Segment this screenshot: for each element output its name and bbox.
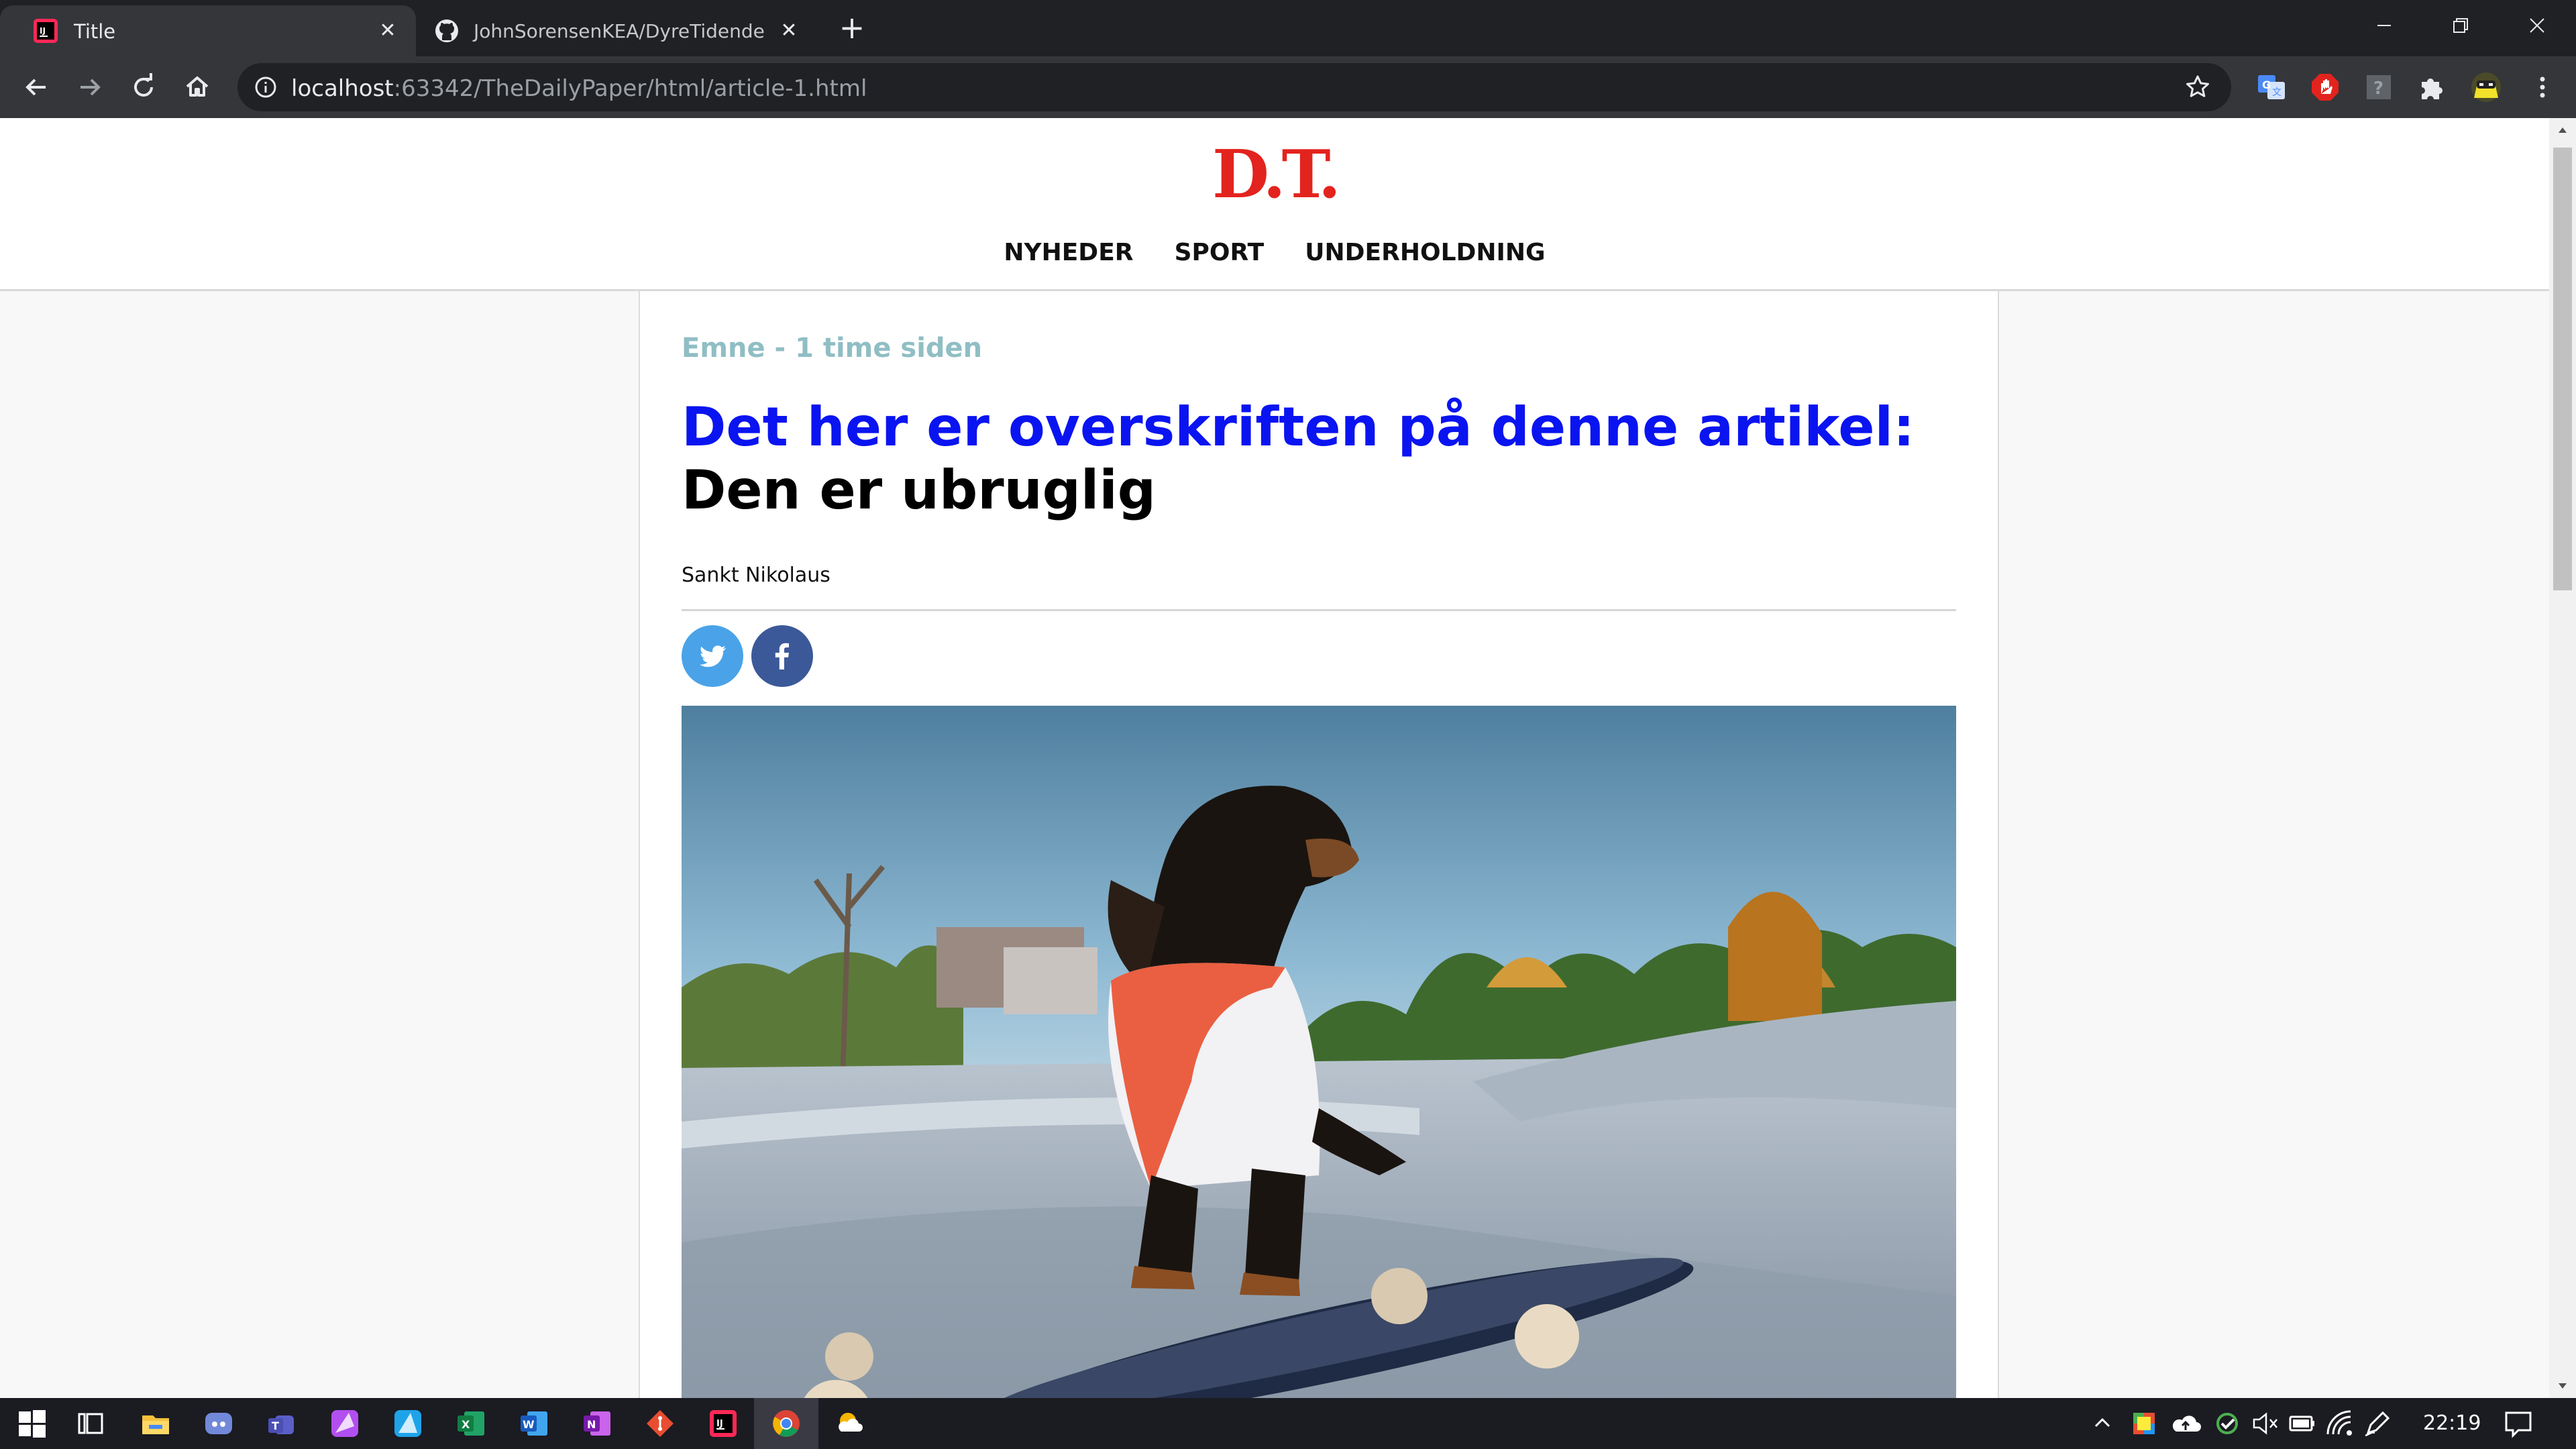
nav-underholdning[interactable]: UNDERHOLDNING (1305, 239, 1545, 266)
avatar-icon[interactable] (2470, 71, 2502, 103)
svg-text:IJ: IJ (716, 1419, 723, 1429)
restore-icon[interactable] (2445, 9, 2477, 42)
bookmark-star-icon[interactable] (2184, 74, 2211, 101)
svg-text:X: X (462, 1418, 470, 1431)
scroll-up-arrow-icon[interactable] (2556, 123, 2569, 137)
puzzle-icon[interactable] (2416, 71, 2449, 103)
color-picker-icon[interactable] (2128, 1407, 2160, 1440)
site-header: D.T. NYHEDER SPORT UNDERHOLDNING (0, 118, 2549, 291)
close-tab-icon[interactable]: ✕ (377, 20, 398, 42)
kebab-menu-icon[interactable] (2526, 71, 2559, 103)
help-icon[interactable]: ? (2363, 71, 2395, 103)
system-tray (2080, 1398, 2576, 1449)
battery-icon[interactable] (2286, 1407, 2318, 1440)
headline-black-part: Den er ubruglig (682, 459, 1157, 521)
divider (682, 609, 1956, 611)
headline-blue-part: Det her er overskriften på denne artikel… (682, 396, 1915, 458)
excel-icon[interactable]: X (455, 1407, 487, 1440)
intellij-icon[interactable]: IJ (707, 1407, 739, 1440)
adblock-icon[interactable] (2309, 71, 2341, 103)
address-bar[interactable]: localhost:63342/TheDailyPaper/html/artic… (237, 63, 2231, 111)
twitter-share-button[interactable] (682, 625, 743, 687)
vertical-scrollbar[interactable] (2549, 118, 2576, 1398)
back-arrow-icon[interactable] (20, 71, 52, 103)
tab-title[interactable]: IJ Title ✕ (0, 5, 416, 56)
article-card: Emne - 1 time siden Det her er overskrif… (639, 291, 1999, 1398)
svg-text:文: 文 (2272, 87, 2282, 98)
svg-text:D.T.: D.T. (1212, 142, 1337, 207)
article-meta: Emne - 1 time siden (682, 333, 983, 364)
wifi-icon[interactable] (2324, 1407, 2356, 1440)
translate-icon[interactable]: G文 (2255, 71, 2288, 103)
url-host: localhost (291, 75, 394, 102)
svg-text:?: ? (2373, 78, 2383, 99)
forward-arrow-icon[interactable] (74, 71, 106, 103)
scrollbar-thumb[interactable] (2553, 148, 2572, 590)
chrome-icon[interactable] (770, 1407, 802, 1440)
scroll-down-arrow-icon[interactable] (2556, 1379, 2569, 1393)
nav-sport[interactable]: SPORT (1175, 239, 1265, 266)
info-icon[interactable] (254, 75, 278, 99)
svg-text:N: N (587, 1418, 596, 1431)
tab-label: JohnSorensenKEA/DyreTidende (474, 20, 765, 42)
task-view-icon[interactable] (74, 1407, 106, 1440)
word-icon[interactable]: W (518, 1407, 550, 1440)
browser-tab-strip: IJ Title ✕ JohnSorensenKEA/DyreTidende ✕… (0, 0, 2576, 56)
discord-icon[interactable] (203, 1407, 235, 1440)
article-author: Sankt Nikolaus (682, 564, 830, 587)
minimize-icon[interactable] (2368, 9, 2400, 42)
facebook-share-button[interactable] (751, 625, 813, 687)
windows-start-icon[interactable] (16, 1407, 48, 1440)
url-path: :63342/TheDailyPaper/html/article-1.html (393, 75, 867, 102)
facebook-icon (775, 643, 789, 669)
teams-icon[interactable]: T (266, 1407, 298, 1440)
github-icon (435, 19, 458, 42)
taskbar-clock[interactable]: 22:19 (2423, 1411, 2481, 1435)
git-icon[interactable] (644, 1407, 676, 1440)
article-hero-image[interactable] (682, 706, 1956, 1398)
chevron-up-icon[interactable] (2086, 1407, 2118, 1440)
sync-check-icon[interactable] (2211, 1407, 2243, 1440)
article-headline: Det her er overskriften på denne artikel… (682, 396, 1956, 522)
reload-icon[interactable] (127, 71, 160, 103)
notifications-icon[interactable] (2502, 1407, 2534, 1440)
volume-muted-icon[interactable] (2249, 1407, 2281, 1440)
nav-nyheder[interactable]: NYHEDER (1004, 239, 1133, 266)
tab-label: Title (74, 20, 116, 43)
close-tab-icon[interactable]: ✕ (778, 20, 800, 42)
intellij-icon: IJ (34, 19, 58, 43)
svg-text:G: G (2262, 78, 2271, 91)
home-icon[interactable] (181, 71, 213, 103)
browser-toolbar: localhost:63342/TheDailyPaper/html/artic… (0, 56, 2576, 118)
dt-logo[interactable]: D.T. (1182, 142, 1367, 207)
pen-icon[interactable] (2361, 1407, 2394, 1440)
weather-icon[interactable] (833, 1407, 865, 1440)
close-window-icon[interactable] (2521, 9, 2553, 42)
affinity-photo-icon[interactable] (392, 1407, 424, 1440)
url-text[interactable]: localhost:63342/TheDailyPaper/html/artic… (291, 75, 867, 102)
onenote-icon[interactable]: N (581, 1407, 613, 1440)
svg-text:IJ: IJ (40, 26, 46, 36)
svg-text:T: T (272, 1419, 279, 1432)
onedrive-icon[interactable] (2169, 1407, 2202, 1440)
main-nav: NYHEDER SPORT UNDERHOLDNING (0, 239, 2549, 266)
windows-taskbar: T X W N IJ 22:19 (0, 1398, 2576, 1449)
web-page: D.T. NYHEDER SPORT UNDERHOLDNING Emne - … (0, 118, 2549, 1398)
affinity-designer-icon[interactable] (329, 1407, 361, 1440)
file-explorer-icon[interactable] (140, 1407, 172, 1440)
tab-github[interactable]: JohnSorensenKEA/DyreTidende ✕ (419, 5, 814, 56)
svg-text:W: W (523, 1418, 535, 1431)
twitter-icon (700, 645, 727, 667)
new-tab-button[interactable]: + (836, 12, 868, 44)
